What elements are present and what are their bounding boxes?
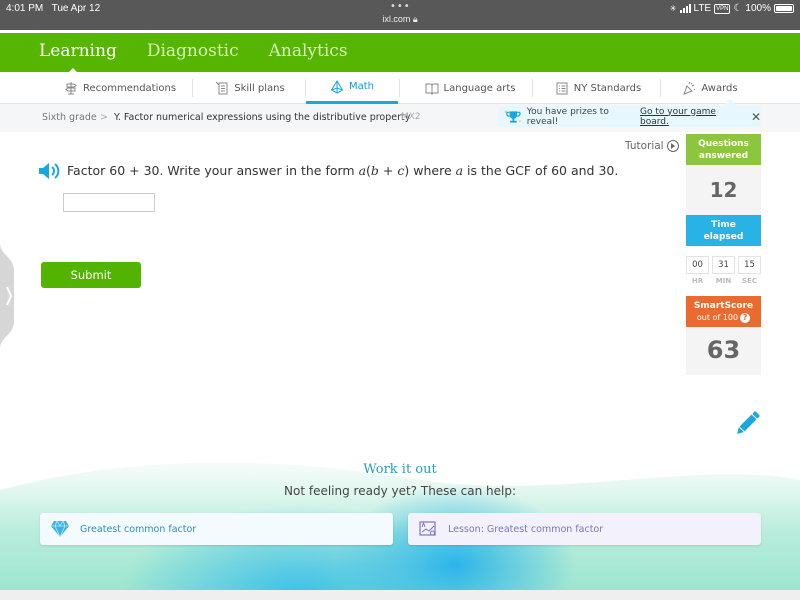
main-header: Learning Diagnostic Analytics [0,30,800,75]
nav-learning[interactable]: Learning [39,41,117,61]
more-dots-icon[interactable]: ••• [390,1,411,12]
time-elapsed-value: 00 HR 31 MIN 15 SEC [686,246,761,296]
stats-panel: Questions answered 12 Time elapsed 00 HR … [686,134,761,375]
question-text: Factor 60 + 30. Write your answer in the… [67,163,619,178]
battery-percent: 100% [745,3,771,14]
book-icon [425,83,439,95]
side-drawer-handle[interactable] [0,243,21,349]
tab-divider [660,79,661,97]
skill-code: MX2 [401,112,421,122]
time-elapsed-header: Time elapsed [686,215,761,246]
trophy-icon [504,109,522,123]
nav-diagnostic[interactable]: Diagnostic [147,41,239,61]
close-icon[interactable]: ✕ [751,110,761,124]
tutorial-label: Tutorial [625,140,664,152]
tutorial-link[interactable]: Tutorial [625,140,679,152]
lock-icon: 🔒︎ [412,14,418,24]
nav-analytics[interactable]: Analytics [269,41,348,61]
battery-icon [774,4,794,13]
breadcrumb-grade[interactable]: Sixth grade [42,112,97,123]
breadcrumb-chevron-icon: > [100,112,108,123]
breadcrumb-skill: Y. Factor numerical expressions using th… [114,112,411,123]
status-bar: 4:01 PM Tue Apr 12 ••• ixl.com 🔒︎ ✳ LTE … [0,0,800,30]
url-display[interactable]: ixl.com 🔒︎ [0,14,800,25]
play-circle-icon [666,140,679,152]
time-hours: 00 HR [686,256,709,296]
page-footer [0,590,800,600]
status-time: 4:01 PM Tue Apr 12 [6,3,101,14]
confetti-icon [683,81,696,95]
tab-label: Recommendations [82,82,177,94]
questions-answered-header: Questions answered [686,134,761,165]
lesson-card-greatest-common-factor[interactable]: Lesson: Greatest common factor [408,513,761,545]
tab-label: NY Standards [573,82,642,94]
checklist-icon [556,82,568,95]
smartscore-value: 63 [686,327,761,375]
tab-ny-standards[interactable]: NY Standards [548,72,648,104]
tab-divider [192,79,193,97]
tab-divider [532,79,533,97]
tab-divider [399,79,400,97]
diamond-icon [51,520,69,538]
lesson-icon [419,521,436,536]
tab-label: Language arts [443,82,516,94]
prize-text: You have prizes to reveal! [526,106,609,127]
tab-language-arts[interactable]: Language arts [415,72,525,104]
time-seconds: 15 SEC [738,256,761,296]
work-it-out-subtitle: Not feeling ready yet? These can help: [284,484,516,498]
help-icon[interactable]: ? [740,313,751,323]
pyramid-icon [330,79,344,94]
tab-math[interactable]: Math [306,72,398,104]
card-label: Greatest common factor [80,523,197,535]
status-indicators: ✳ LTE VPN ☾ 100% [670,3,794,14]
submit-button[interactable]: Submit [41,262,141,288]
clipboard-list-icon [215,81,228,95]
speaker-icon[interactable] [38,162,62,180]
main-nav: Learning Diagnostic Analytics [39,41,348,61]
game-board-link[interactable]: Go to your game board. [640,107,741,127]
tab-label: Math [348,81,374,92]
pencil-icon[interactable] [731,408,763,440]
skill-card-greatest-common-factor[interactable]: Greatest common factor [40,513,393,545]
prize-banner: You have prizes to reveal! Go to your ga… [498,106,761,127]
smartscore-header: SmartScore out of 100? [686,296,761,327]
card-label: Lesson: Greatest common factor [448,523,604,535]
network-label: LTE [693,3,712,14]
tab-skill-plans[interactable]: Skill plans [205,72,295,104]
signpost-icon [65,82,77,95]
moon-icon: ☾ [733,3,743,14]
prize-banner-caret [723,99,737,106]
tab-label: Awards [701,82,738,94]
tab-recommendations[interactable]: Recommendations [60,72,180,104]
answer-input[interactable] [63,193,155,212]
time-minutes: 31 MIN [712,256,735,296]
vpn-badge: VPN [714,3,731,14]
loading-icon: ✳ [669,4,677,13]
questions-answered-value: 12 [686,165,761,215]
signal-icon [679,4,691,13]
work-it-out-title: Work it out [363,462,437,477]
subject-tabs: Recommendations Skill plans Math Languag… [0,72,800,104]
tab-label: Skill plans [234,82,285,94]
